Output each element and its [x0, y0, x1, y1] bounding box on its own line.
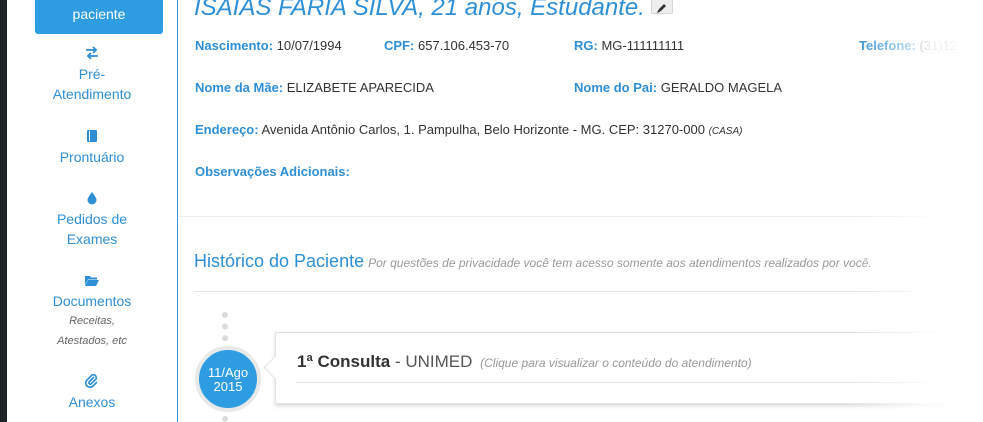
field-telefone: Telefone: (31)12: [859, 38, 957, 53]
field-nome-pai: Nome do Pai: GERALDO MAGELA: [574, 80, 782, 95]
field-label: Telefone:: [859, 38, 916, 53]
sidebar-item-label: Pedidos de Exames: [56, 211, 128, 247]
entry-title[interactable]: 1ª Consulta - UNIMED (Clique para visual…: [297, 352, 752, 372]
field-value: ELIZABETE APARECIDA: [286, 80, 434, 95]
field-label: Nascimento:: [195, 38, 274, 53]
field-label: Endereço:: [195, 122, 259, 137]
sidebar-item-documentos[interactable]: Documentos Receitas, Atestados, etc: [7, 273, 177, 351]
field-endereco: Endereço: Avenida Antônio Carlos, 1. Pam…: [195, 122, 742, 137]
field-label: Nome da Mãe:: [195, 80, 284, 95]
edit-button[interactable]: [650, 0, 673, 14]
window-edge: [0, 0, 7, 422]
field-value: GERALDO MAGELA: [660, 80, 783, 95]
history-note: Por questões de privacidade você tem ace…: [368, 256, 872, 270]
entry-consulta: 1ª Consulta: [297, 352, 391, 371]
sidebar-item-pedidos-exames[interactable]: Pedidos de Exames: [7, 191, 177, 249]
field-value: (31)12: [919, 38, 958, 53]
sidebar-item-prontuario[interactable]: Prontuário: [7, 129, 177, 167]
sidebar-item-label: Prontuário: [59, 149, 125, 165]
field-nome-mae: Nome da Mãe: ELIZABETE APARECIDA: [195, 80, 434, 95]
field-rg: RG: MG-111111111: [574, 38, 684, 53]
drop-icon: [7, 191, 177, 207]
field-label: CPF:: [384, 38, 415, 53]
exchange-icon: [7, 46, 177, 62]
field-value: MG-111111111: [601, 38, 685, 53]
sidebar: paciente Pré- Atendimento Prontuário Ped…: [7, 0, 178, 422]
sidebar-item-sublabel: Receitas, Atestados, etc: [57, 315, 127, 347]
divider: [194, 291, 914, 292]
field-cpf: CPF: 657.106.453-70: [384, 38, 509, 53]
sidebar-button-paciente[interactable]: paciente: [35, 0, 163, 34]
entry-separator: -: [394, 352, 401, 371]
divider: [178, 216, 983, 217]
field-nascimento: Nascimento: 10/07/1994: [195, 38, 342, 53]
card-pointer: [263, 355, 288, 380]
date-day-month: 11/Ago: [207, 365, 249, 380]
history-title: Histórico do Paciente: [194, 251, 365, 271]
pencil-icon: [656, 4, 666, 13]
field-value: 657.106.453-70: [417, 38, 510, 53]
sidebar-item-pre-atendimento[interactable]: Pré- Atendimento: [7, 46, 177, 104]
timeline-date-badge: 11/Ago 2015: [195, 346, 261, 412]
field-observacoes: Observações Adicionais:: [195, 164, 350, 179]
timeline-entry-card[interactable]: 1ª Consulta - UNIMED (Clique para visual…: [263, 332, 983, 404]
divider: [296, 382, 983, 383]
sidebar-item-label: Anexos: [68, 394, 116, 410]
field-label: Nome do Pai:: [574, 80, 658, 95]
field-label: RG:: [574, 38, 598, 53]
patient-title: ISAIAS FARIA SILVA, 21 anos, Estudante.: [194, 0, 645, 21]
book-icon: [7, 129, 177, 145]
main-content: ISAIAS FARIA SILVA, 21 anos, Estudante. …: [178, 0, 983, 422]
folder-open-icon: [7, 273, 177, 289]
entry-insurer: UNIMED: [405, 352, 473, 371]
sidebar-item-label: Documentos: [52, 293, 132, 309]
paperclip-icon: [7, 374, 177, 390]
sidebar-item-anexos[interactable]: Anexos: [7, 374, 177, 412]
history-header: Histórico do Paciente Por questões de pri…: [194, 251, 872, 272]
date-year: 2015: [213, 379, 243, 394]
field-value: 10/07/1994: [276, 38, 342, 53]
field-label: Observações Adicionais:: [195, 164, 350, 179]
field-value: Avenida Antônio Carlos, 1. Pampulha, Bel…: [261, 122, 705, 137]
entry-hint: (Clique para visualizar o conteúdo do at…: [480, 356, 752, 370]
patient-header: ISAIAS FARIA SILVA, 21 anos, Estudante.: [194, 0, 673, 22]
address-type: (CASA): [708, 126, 743, 137]
sidebar-item-label: Pré- Atendimento: [52, 66, 132, 102]
